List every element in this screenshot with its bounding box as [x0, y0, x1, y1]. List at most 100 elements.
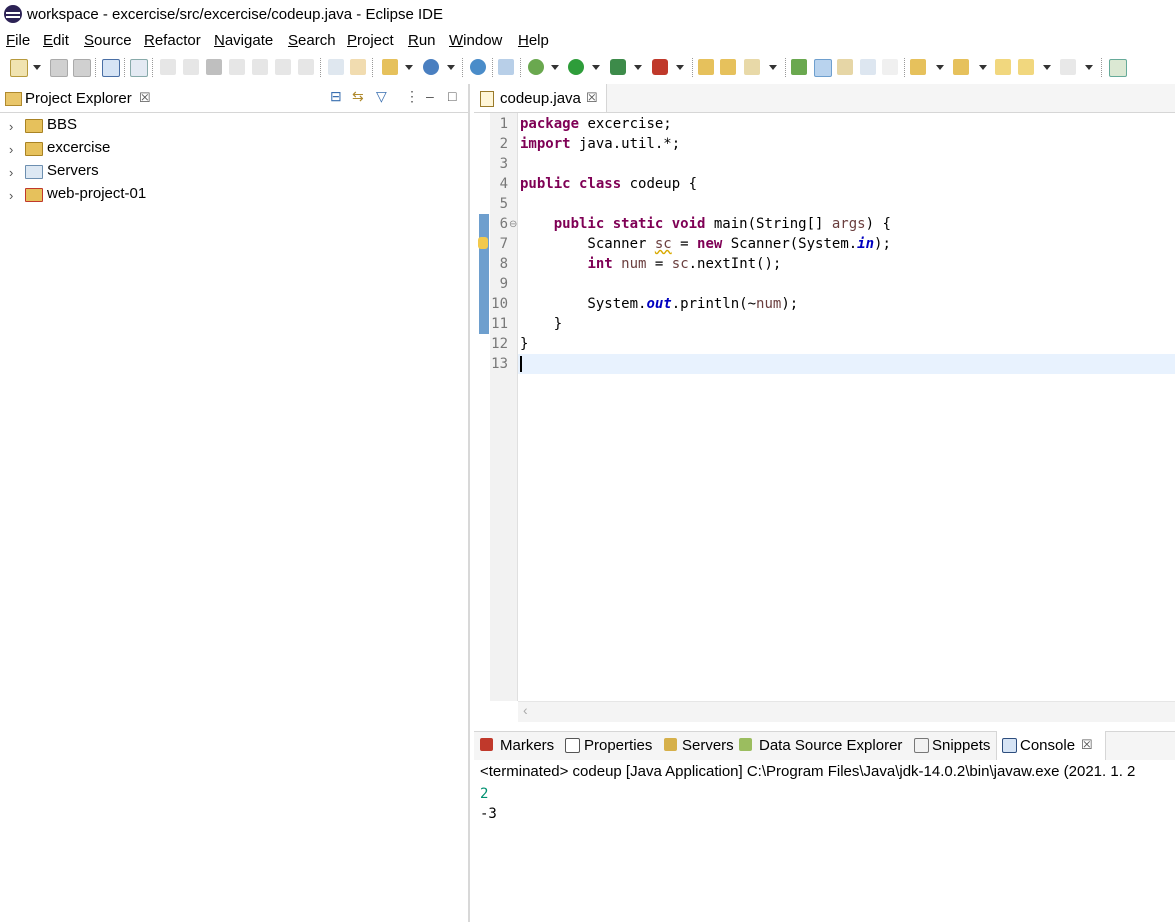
step-into-icon[interactable] — [252, 59, 268, 75]
open-web-browser-icon[interactable] — [470, 59, 486, 75]
menu-project[interactable]: Project — [347, 32, 394, 49]
new-icon[interactable] — [10, 59, 28, 77]
chevron-right-icon[interactable]: › — [9, 165, 13, 180]
console-output[interactable] — [474, 760, 1175, 922]
close-icon[interactable]: ☒ — [1081, 737, 1093, 753]
back-dropdown-icon[interactable] — [1043, 65, 1051, 70]
close-icon[interactable]: ☒ — [139, 90, 151, 106]
close-icon[interactable]: ☒ — [586, 90, 598, 106]
skip-breakpoints-icon[interactable] — [130, 59, 148, 77]
toolbar-separator — [492, 58, 493, 77]
open-type-icon[interactable] — [698, 59, 714, 75]
chevron-right-icon[interactable]: › — [9, 119, 13, 134]
menu-navigate[interactable]: Navigate — [214, 32, 273, 49]
resume-icon[interactable] — [160, 59, 176, 75]
chevron-right-icon[interactable]: › — [9, 142, 13, 157]
last-edit-location-icon[interactable] — [995, 59, 1011, 75]
java-file-icon — [480, 91, 494, 107]
use-step-filters-icon[interactable] — [328, 59, 344, 75]
menu-edit[interactable]: Edit — [43, 32, 69, 49]
scroll-left-icon[interactable]: ‹ — [523, 702, 528, 718]
tree-item-label: Servers — [47, 162, 99, 179]
quick-fix-warning-icon[interactable] — [478, 237, 488, 249]
minimize-icon[interactable]: – — [426, 88, 434, 104]
toggle-block-selection-icon[interactable] — [837, 59, 853, 75]
new-class-dropdown-icon[interactable] — [447, 65, 455, 70]
new-dropdown-icon[interactable] — [33, 65, 41, 70]
step-over-icon[interactable] — [275, 59, 291, 75]
search-icon[interactable] — [744, 59, 760, 75]
chevron-right-icon[interactable]: › — [9, 188, 13, 203]
debug-icon[interactable] — [528, 59, 544, 75]
tab-data-source-explorer[interactable]: Data Source Explorer — [759, 737, 902, 754]
menu-window[interactable]: Window — [449, 32, 502, 49]
tab-servers[interactable]: Servers — [682, 737, 734, 754]
debug-perspective-icon[interactable] — [350, 59, 366, 75]
tree-item-web-project-01[interactable]: › web-project-01 — [0, 184, 468, 206]
coverage-dropdown-icon[interactable] — [634, 65, 642, 70]
terminate-icon[interactable] — [206, 59, 222, 75]
debug-dropdown-icon[interactable] — [551, 65, 559, 70]
filter-icon[interactable]: ▽ — [376, 88, 387, 105]
tab-snippets[interactable]: Snippets — [932, 737, 990, 754]
toggle-mark-occurrences-icon[interactable] — [814, 59, 832, 77]
previous-annotation-icon[interactable] — [953, 59, 969, 75]
tree-item-excercise[interactable]: › excercise — [0, 138, 468, 160]
step-return-icon[interactable] — [298, 59, 314, 75]
open-perspective-icon[interactable] — [1109, 59, 1127, 77]
line-number: 9 — [499, 276, 508, 292]
open-console-icon[interactable] — [102, 59, 120, 77]
horizontal-scrollbar[interactable] — [518, 701, 1175, 722]
new-class-icon[interactable] — [423, 59, 439, 75]
run-icon[interactable] — [568, 59, 584, 75]
open-resource-icon[interactable] — [720, 59, 736, 75]
toolbar-separator — [1101, 58, 1102, 77]
suspend-icon[interactable] — [183, 59, 199, 75]
back-icon[interactable] — [1018, 59, 1034, 75]
external-tools-run-icon[interactable] — [652, 59, 668, 75]
new-server-icon[interactable] — [382, 59, 398, 75]
folder-icon — [25, 165, 43, 179]
disconnect-icon[interactable] — [229, 59, 245, 75]
toolbar-separator — [152, 58, 153, 77]
new-server-dropdown-icon[interactable] — [405, 65, 413, 70]
code-editor[interactable] — [474, 113, 1175, 725]
menu-run[interactable]: Run — [408, 32, 436, 49]
tab-markers[interactable]: Markers — [500, 737, 554, 754]
toggle-word-wrap-icon[interactable] — [860, 59, 876, 75]
external-tools-icon[interactable] — [498, 59, 514, 75]
coverage-icon[interactable] — [610, 59, 626, 75]
run-dropdown-icon[interactable] — [592, 65, 600, 70]
line-number: 5 — [499, 196, 508, 212]
view-menu-icon[interactable]: ⋮ — [405, 88, 419, 105]
project-explorer-tab[interactable]: Project Explorer — [25, 90, 132, 107]
search-dropdown-icon[interactable] — [769, 65, 777, 70]
collapse-all-icon[interactable]: ⊟ — [330, 88, 342, 105]
editor-tab-label[interactable]: codeup.java — [500, 90, 581, 107]
menu-help[interactable]: Help — [518, 32, 549, 49]
tree-item-bbs[interactable]: › BBS — [0, 115, 468, 137]
menu-refactor[interactable]: Refactor — [144, 32, 201, 49]
tree-item-servers[interactable]: › Servers — [0, 161, 468, 183]
console-input-line: 2 — [480, 786, 489, 802]
save-icon[interactable] — [50, 59, 68, 77]
next-annotation-dropdown-icon[interactable] — [936, 65, 944, 70]
show-whitespace-icon[interactable] — [882, 59, 898, 75]
external-tools-run-dropdown-icon[interactable] — [676, 65, 684, 70]
forward-dropdown-icon[interactable] — [1085, 65, 1093, 70]
next-annotation-icon[interactable] — [791, 59, 807, 75]
save-all-icon[interactable] — [73, 59, 91, 77]
tab-console[interactable]: Console — [1020, 737, 1075, 754]
tab-properties[interactable]: Properties — [584, 737, 652, 754]
fold-collapse-icon[interactable]: ⊖ — [509, 219, 517, 230]
line-number: 6 — [499, 216, 508, 232]
menu-source[interactable]: Source — [84, 32, 132, 49]
next-annotation-nav-icon[interactable] — [910, 59, 926, 75]
previous-annotation-dropdown-icon[interactable] — [979, 65, 987, 70]
link-with-editor-icon[interactable]: ⇆ — [352, 88, 364, 105]
line-number: 11 — [491, 316, 508, 332]
forward-icon[interactable] — [1060, 59, 1076, 75]
menu-file[interactable]: File — [6, 32, 30, 49]
menu-search[interactable]: Search — [288, 32, 336, 49]
maximize-icon[interactable]: □ — [448, 88, 456, 104]
